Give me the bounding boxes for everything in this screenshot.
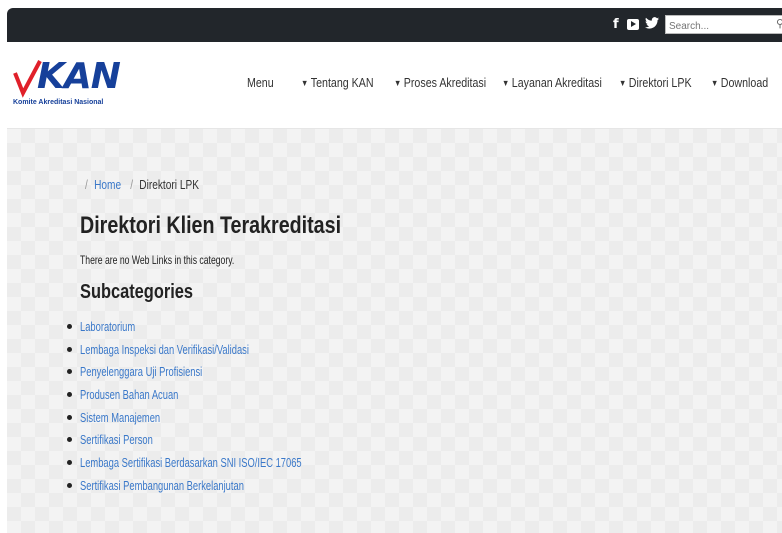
nav-item-label: Direktori LPK <box>628 75 692 90</box>
bullet-icon <box>67 414 72 420</box>
main-content: / Home / Direktori LPK Direktori Klien Ter… <box>7 129 782 533</box>
bullet-icon <box>67 324 72 329</box>
breadcrumb: / Home / Direktori LPK <box>85 177 199 192</box>
subcategory-link[interactable]: Penyelenggara Uji Profisiensi <box>80 364 202 380</box>
nav-item-label: Layanan Akreditasi <box>511 75 602 90</box>
search-icon[interactable]: ⚲ <box>776 17 782 30</box>
subcategories-heading: Subcategories <box>80 281 194 303</box>
nav-item-label: Download <box>720 75 769 90</box>
bullet-icon <box>67 369 72 375</box>
subcategory-link[interactable]: Lembaga Inspeksi dan Verifikasi/Validasi <box>80 342 249 358</box>
search-input[interactable] <box>666 18 764 35</box>
breadcrumb-home-link[interactable]: Home <box>94 177 121 192</box>
nav-item-label: Tentang KAN <box>310 75 374 90</box>
caret-down-icon: ▼ <box>394 78 402 88</box>
search-box: ⚲ <box>665 15 782 35</box>
subcategory-link[interactable]: Lembaga Sertifikasi Berdasarkan SNI ISO/… <box>80 455 302 471</box>
nav-item-direktori-lpk[interactable]: ▼ Direktori LPK <box>619 75 692 90</box>
kan-logo[interactable]: KAN Komite Akreditasi Nasional <box>13 57 121 115</box>
subcategory-link[interactable]: Produsen Bahan Acuan <box>80 387 178 403</box>
nav-item-label: Proses Akreditasi <box>403 75 487 90</box>
bullet-icon <box>67 482 72 488</box>
page-title: Direktori Klien Terakreditasi <box>80 212 342 239</box>
nav-item-label: Menu <box>247 75 274 90</box>
bullet-icon <box>67 392 72 398</box>
logo-text: KAN <box>37 56 121 97</box>
subcategory-link[interactable]: Laboratorium <box>80 319 135 335</box>
logo-subtitle: Komite Akreditasi Nasional <box>13 99 104 106</box>
nav-item-proses-akreditasi[interactable]: ▼ Proses Akreditasi <box>394 75 486 90</box>
facebook-icon[interactable]: f <box>613 18 619 32</box>
site-header: KAN Komite Akreditasi Nasional Menu ▼ Ten… <box>7 42 782 129</box>
bullet-icon <box>67 346 72 352</box>
top-bar: f ⚲ <box>7 8 782 42</box>
bullet-icon <box>67 460 72 466</box>
breadcrumb-separator: / <box>85 177 88 192</box>
caret-down-icon: ▼ <box>502 78 510 88</box>
subcategory-link[interactable]: Sertifikasi Person <box>80 432 153 448</box>
nav-item-menu[interactable]: Menu <box>247 75 274 90</box>
subcategory-link[interactable]: Sistem Manajemen <box>80 410 160 426</box>
breadcrumb-current: Direktori LPK <box>139 177 199 192</box>
browser-frame: f ⚲ KAN Komite Akreditasi Nasional Menu … <box>7 8 782 533</box>
bullet-icon <box>67 437 72 443</box>
nav-item-layanan-akreditasi[interactable]: ▼ Layanan Akreditasi <box>502 75 602 90</box>
subcategory-link[interactable]: Sertifikasi Pembangunan Berkelanjutan <box>80 478 244 494</box>
breadcrumb-separator: / <box>130 177 134 192</box>
youtube-icon[interactable] <box>627 19 639 30</box>
caret-down-icon: ▼ <box>619 78 627 88</box>
caret-down-icon: ▼ <box>711 78 719 88</box>
nav-item-tentang-kan[interactable]: ▼ Tentang KAN <box>301 75 374 90</box>
twitter-icon[interactable] <box>645 17 659 33</box>
empty-category-message: There are no Web Links in this category. <box>80 253 235 267</box>
caret-down-icon: ▼ <box>301 78 309 88</box>
nav-item-download[interactable]: ▼ Download <box>711 75 768 90</box>
